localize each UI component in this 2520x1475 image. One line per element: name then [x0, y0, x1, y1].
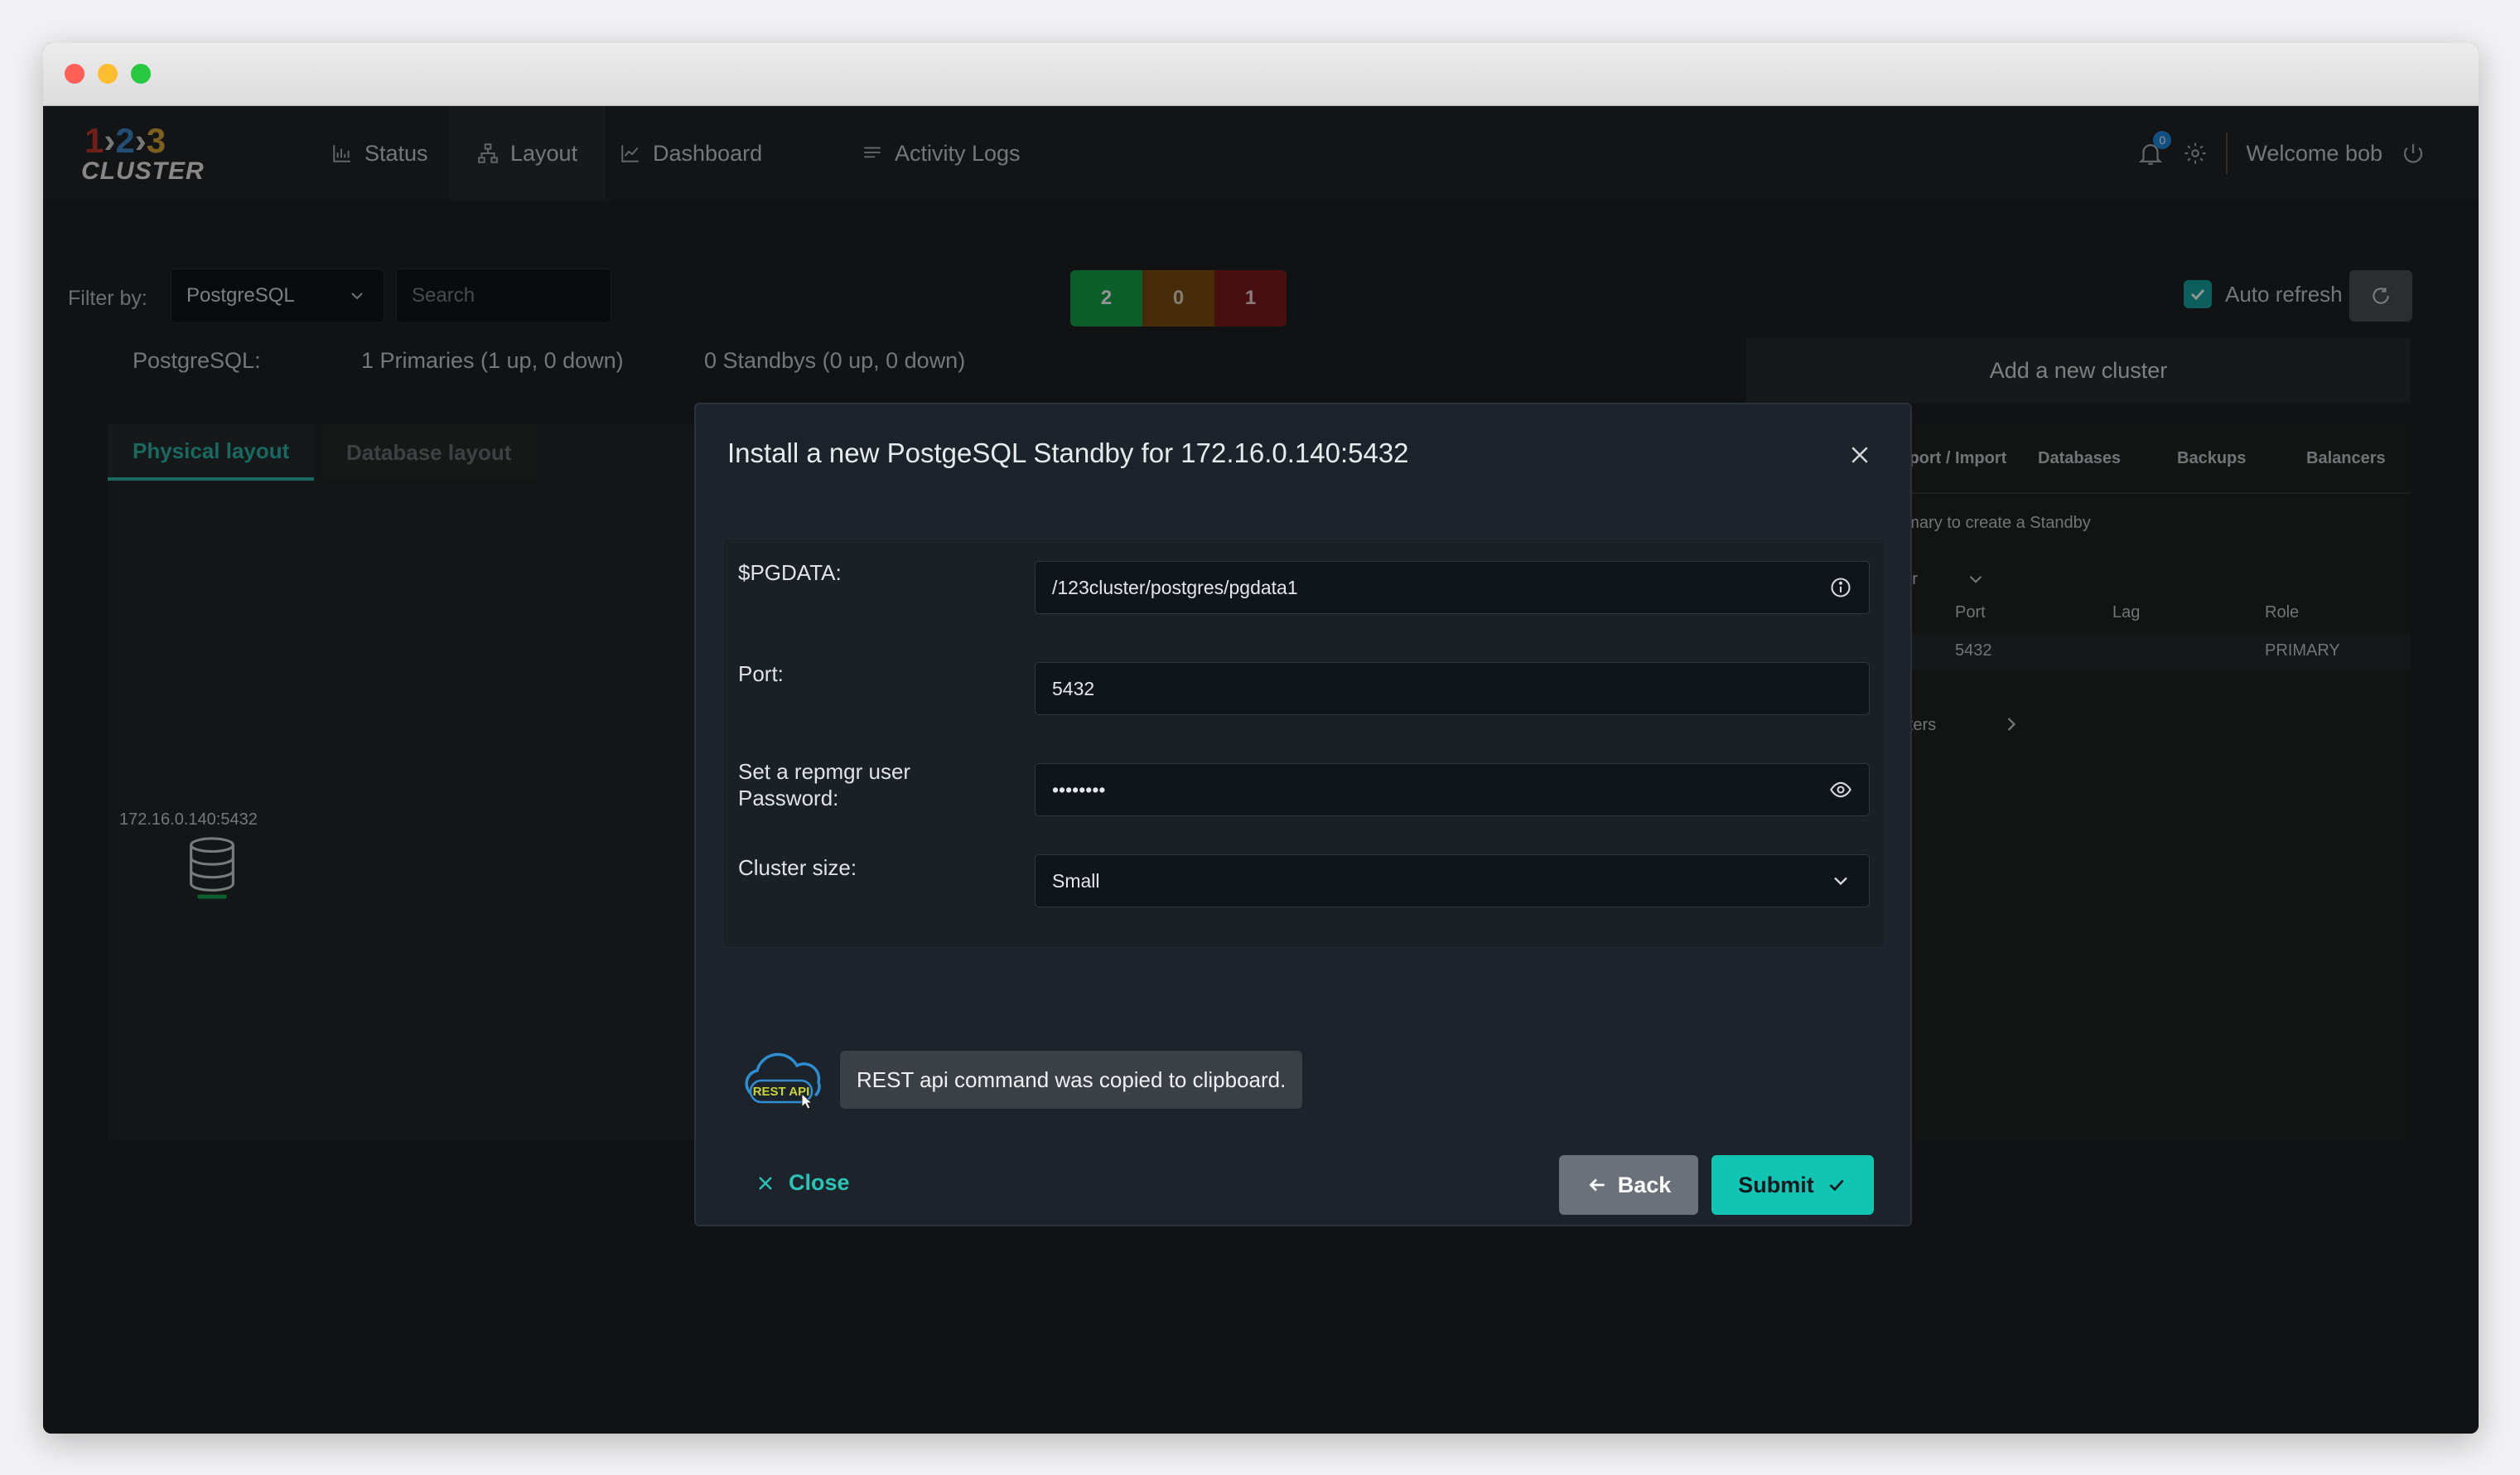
close-dialog-button[interactable]: Close: [756, 1170, 850, 1196]
password-label: Set a repmgr user Password:: [738, 759, 911, 810]
window-maximize-button[interactable]: [131, 64, 151, 84]
port-label: Port:: [738, 661, 784, 686]
window-minimize-button[interactable]: [98, 64, 118, 84]
cluster-size-label: Cluster size:: [738, 855, 857, 880]
eye-icon[interactable]: [1829, 778, 1852, 801]
close-label: Close: [789, 1170, 850, 1195]
close-icon[interactable]: [1847, 442, 1872, 467]
port-field[interactable]: 5432: [1035, 662, 1870, 715]
app-body: 1›2›3 CLUSTER Status Layout Dashboard Ac…: [43, 106, 2479, 1434]
pgdata-value: /123cluster/postgres/pgdata1: [1052, 576, 1298, 598]
pgdata-label: $PGDATA:: [738, 560, 842, 585]
back-label: Back: [1617, 1172, 1672, 1197]
password-value: ••••••••: [1052, 778, 1106, 800]
window-close-button[interactable]: [65, 64, 84, 84]
chevron-down-icon: [1834, 877, 1847, 886]
close-icon: [759, 1176, 772, 1190]
install-standby-dialog: Install a new PostgeSQL Standby for 172.…: [694, 403, 1912, 1226]
cluster-size-value: Small: [1052, 869, 1100, 892]
app-window: 1›2›3 CLUSTER Status Layout Dashboard Ac…: [43, 43, 2479, 1434]
standby-form: $PGDATA: /123cluster/postgres/pgdata1 Po…: [722, 539, 1885, 948]
submit-button[interactable]: Submit: [1711, 1155, 1874, 1215]
cluster-size-select[interactable]: Small: [1035, 854, 1870, 907]
password-field[interactable]: ••••••••: [1035, 763, 1870, 816]
rest-api-icon-text: REST API: [753, 1085, 810, 1099]
dialog-title: Install a new PostgeSQL Standby for 172.…: [727, 438, 1409, 468]
back-button[interactable]: Back: [1559, 1155, 1698, 1215]
tooltip-text: REST api command was copied to clipboard…: [857, 1066, 1287, 1092]
submit-label: Submit: [1738, 1172, 1814, 1197]
pgdata-field[interactable]: /123cluster/postgres/pgdata1: [1035, 561, 1870, 614]
port-value: 5432: [1052, 677, 1095, 699]
window-titlebar: [43, 43, 2479, 106]
clipboard-tooltip: REST api command was copied to clipboard…: [840, 1051, 1303, 1109]
rest-api-icon[interactable]: REST API: [739, 1044, 832, 1112]
info-icon[interactable]: [1829, 576, 1852, 599]
arrow-left-icon: [1589, 1178, 1605, 1192]
check-icon: [1829, 1179, 1844, 1192]
